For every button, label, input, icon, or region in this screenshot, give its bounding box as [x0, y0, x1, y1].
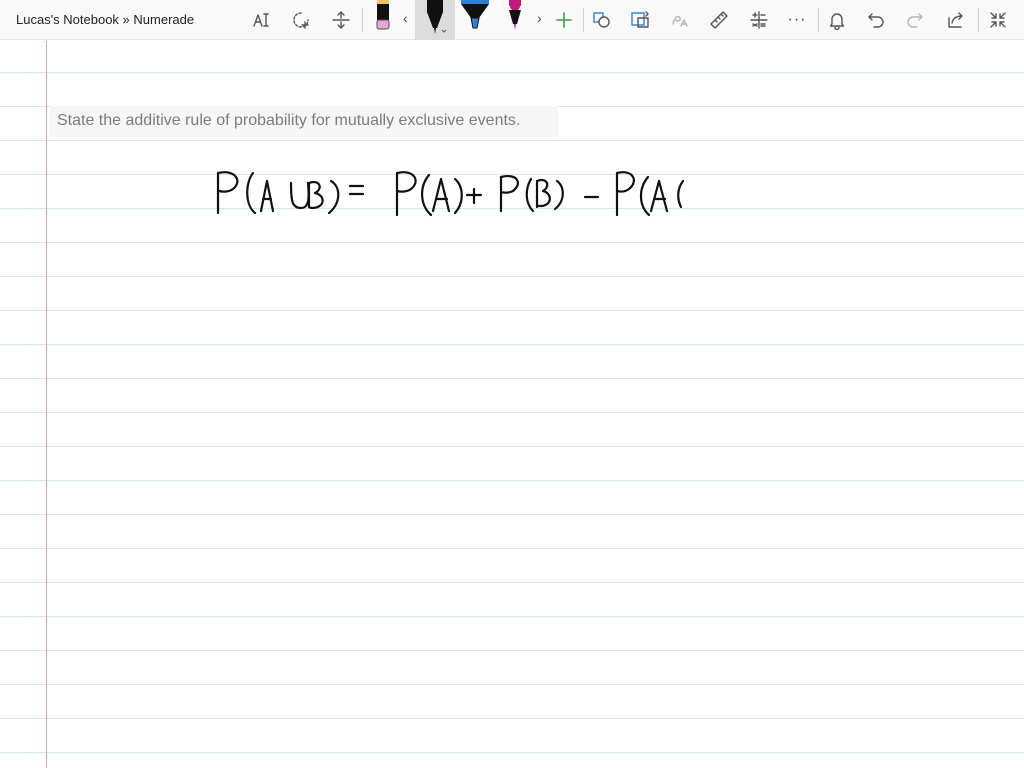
ruled-line	[0, 616, 1024, 617]
toolbar: Lucas's Notebook » Numerade ‹ › ···	[0, 0, 1024, 40]
fullscreen-exit-icon[interactable]	[983, 4, 1013, 36]
breadcrumb[interactable]: Lucas's Notebook » Numerade	[16, 12, 194, 27]
question-text[interactable]: State the additive rule of probability f…	[50, 106, 558, 137]
undo-icon[interactable]	[861, 4, 891, 36]
ink-to-text-icon[interactable]	[625, 4, 655, 36]
math-icon[interactable]	[744, 4, 774, 36]
ruled-line	[0, 548, 1024, 549]
pen-magenta[interactable]	[500, 0, 530, 40]
more-icon[interactable]: ···	[782, 4, 812, 36]
bell-icon[interactable]	[822, 4, 852, 36]
blue-highlighter-icon	[461, 0, 489, 29]
pen-black[interactable]	[415, 0, 455, 40]
pens-prev-arrow[interactable]: ‹	[403, 10, 408, 26]
ruled-line	[0, 650, 1024, 651]
ruled-line	[0, 378, 1024, 379]
ruler-icon[interactable]	[704, 4, 734, 36]
redo-icon[interactable]	[900, 4, 930, 36]
ruled-line	[0, 344, 1024, 345]
add-pen-icon[interactable]	[549, 4, 579, 36]
highlighter-pen[interactable]	[370, 0, 396, 40]
ruled-line	[0, 72, 1024, 73]
ruled-line	[0, 446, 1024, 447]
ink-to-math-icon[interactable]	[665, 4, 695, 36]
ink-to-shape-icon[interactable]	[587, 4, 617, 36]
ruled-line	[0, 276, 1024, 277]
lasso-select-icon[interactable]	[286, 4, 316, 36]
ruled-line	[0, 412, 1024, 413]
toolbar-divider	[978, 8, 979, 32]
magenta-pen-icon	[509, 0, 521, 30]
ruled-line	[0, 480, 1024, 481]
pens-next-arrow[interactable]: ›	[537, 10, 542, 26]
ruled-line	[0, 310, 1024, 311]
black-pen-icon	[427, 0, 447, 34]
ruled-line	[0, 718, 1024, 719]
toolbar-divider	[362, 8, 363, 32]
toolbar-divider	[583, 8, 584, 32]
highlighter-blue[interactable]	[460, 0, 490, 40]
handwritten-equation[interactable]	[205, 161, 705, 226]
share-icon[interactable]	[941, 4, 971, 36]
highlighter-pen-icon	[376, 0, 390, 30]
text-cursor-icon[interactable]	[246, 4, 276, 36]
margin-line	[46, 41, 47, 768]
note-page[interactable]: State the additive rule of probability f…	[0, 41, 1024, 768]
ruled-line	[0, 752, 1024, 753]
toolbar-divider	[818, 8, 819, 32]
ruled-line	[0, 140, 1024, 141]
ruled-line	[0, 684, 1024, 685]
ruled-line	[0, 242, 1024, 243]
ruled-line	[0, 514, 1024, 515]
ruled-line	[0, 582, 1024, 583]
insert-space-icon[interactable]	[326, 4, 356, 36]
